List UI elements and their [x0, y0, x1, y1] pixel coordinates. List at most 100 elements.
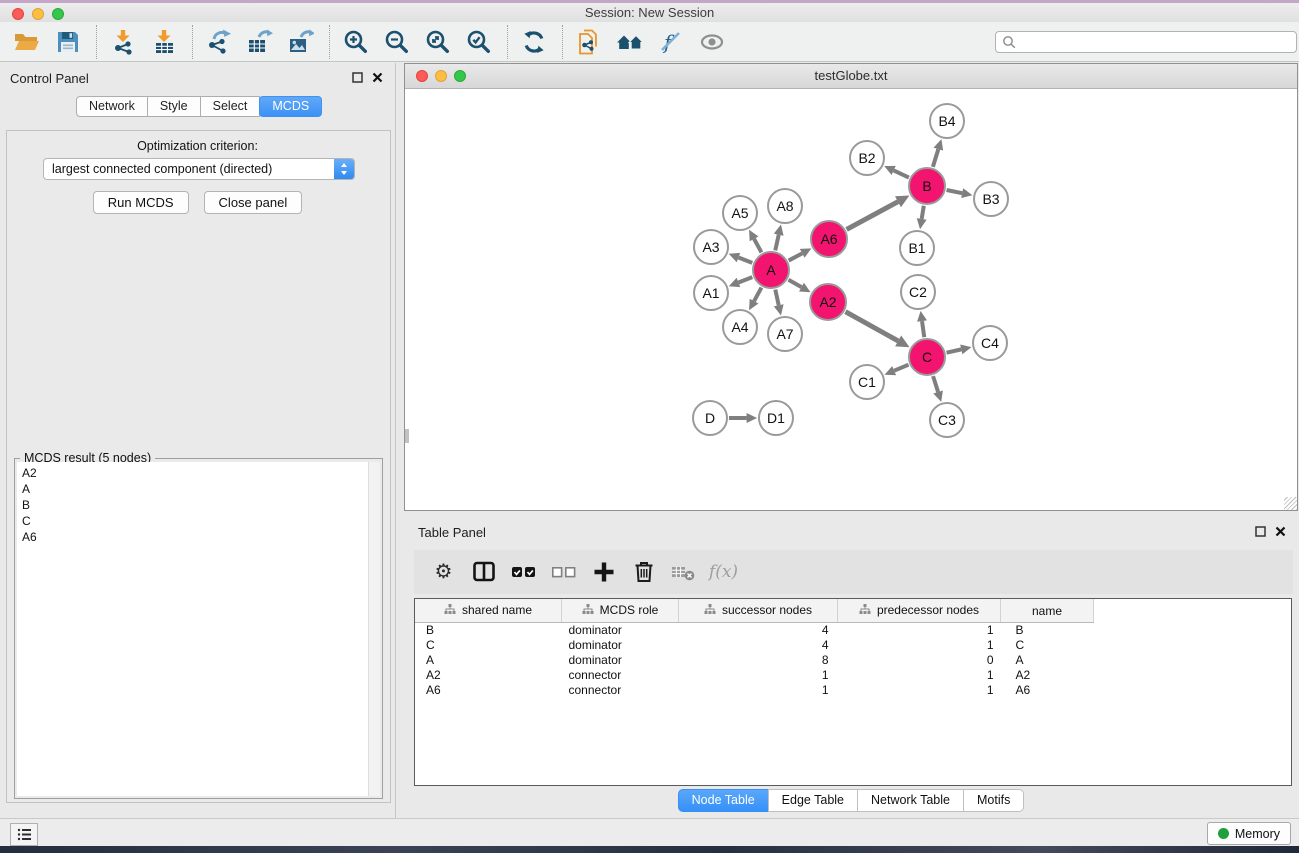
graph-edge-B-B3[interactable]	[947, 190, 963, 193]
open-session-icon[interactable]	[12, 26, 42, 58]
select-all-checkboxes-icon[interactable]	[510, 559, 537, 586]
graph-edge-C-C3[interactable]	[933, 376, 938, 392]
table-cell[interactable]: C	[415, 638, 562, 653]
graph-node-A4[interactable]: A4	[723, 310, 757, 344]
graph-node-C3[interactable]: C3	[930, 403, 964, 437]
tab-network[interactable]: Network	[76, 96, 148, 117]
close-table-panel-icon[interactable]	[1275, 526, 1286, 537]
graph-edge-A-A5[interactable]	[754, 239, 761, 253]
table-cell[interactable]: A	[1001, 653, 1094, 668]
graph-node-A[interactable]: A	[753, 252, 789, 288]
table-cell[interactable]: dominator	[562, 638, 679, 653]
table-settings-icon[interactable]: ⚙	[430, 559, 457, 586]
mcds-result-item[interactable]: C	[22, 513, 368, 529]
table-cell[interactable]: 0	[838, 653, 1001, 668]
column-header-name[interactable]: name	[1001, 599, 1094, 623]
close-panel-button[interactable]: Close panel	[204, 191, 303, 214]
graph-node-A8[interactable]: A8	[768, 189, 802, 223]
tab-style[interactable]: Style	[147, 96, 201, 117]
table-cell[interactable]: 1	[838, 683, 1001, 698]
table-cell[interactable]: 1	[679, 683, 838, 698]
graph-edge-C-C1[interactable]	[894, 365, 908, 371]
zoom-in-icon[interactable]	[341, 26, 371, 58]
graph-node-A1[interactable]: A1	[694, 276, 728, 310]
column-header-mcds-role[interactable]: MCDS role	[562, 599, 679, 623]
graph-node-A3[interactable]: A3	[694, 230, 728, 264]
refresh-icon[interactable]	[519, 26, 549, 58]
column-header-predecessor-nodes[interactable]: predecessor nodes	[838, 599, 1001, 623]
tab-select[interactable]: Select	[200, 96, 261, 117]
graph-edge-C-C4[interactable]	[947, 349, 962, 352]
eye-icon[interactable]	[697, 26, 727, 58]
graph-edge-A-A7[interactable]	[775, 290, 778, 306]
network-graph[interactable]: AA1A2A3A4A5A6A7A8BB1B2B3B4CC1C2C3C4DD1	[405, 89, 1297, 510]
export-image-icon[interactable]	[286, 26, 316, 58]
window-resize-grip[interactable]	[1284, 497, 1297, 510]
table-cell[interactable]: 8	[679, 653, 838, 668]
delete-table-icon[interactable]	[670, 559, 697, 586]
graph-edge-A-A1[interactable]	[738, 277, 752, 282]
column-header-successor-nodes[interactable]: successor nodes	[679, 599, 838, 623]
graph-node-B[interactable]: B	[909, 168, 945, 204]
graph-edge-A-A2[interactable]	[788, 280, 801, 287]
canvas-scroll-stub[interactable]	[405, 429, 409, 443]
mcds-result-item[interactable]: A	[22, 481, 368, 497]
mcds-result-item[interactable]: B	[22, 497, 368, 513]
table-cell[interactable]: A2	[415, 668, 562, 683]
table-cell[interactable]: 4	[679, 638, 838, 653]
tab-node-table[interactable]: Node Table	[678, 789, 769, 812]
home-icon[interactable]	[615, 26, 645, 58]
table-row[interactable]: Cdominator41C	[415, 638, 1291, 653]
graph-node-A5[interactable]: A5	[723, 196, 757, 230]
network-zoom-button[interactable]	[454, 70, 466, 82]
network-close-button[interactable]	[416, 70, 428, 82]
graph-edge-B-B4[interactable]	[933, 149, 938, 167]
graph-node-C1[interactable]: C1	[850, 365, 884, 399]
function-builder-icon[interactable]: f(x)	[710, 559, 737, 586]
export-table-icon[interactable]	[245, 26, 275, 58]
float-panel-icon[interactable]	[352, 72, 363, 83]
table-row[interactable]: A6connector11A6	[415, 683, 1291, 698]
table-cell[interactable]: 1	[838, 638, 1001, 653]
table-cell[interactable]: A2	[1001, 668, 1094, 683]
clone-network-icon[interactable]	[574, 26, 604, 58]
criterion-select[interactable]: largest connected component (directed)	[43, 158, 355, 180]
network-window-titlebar[interactable]: testGlobe.txt	[405, 64, 1297, 89]
graph-node-C4[interactable]: C4	[973, 326, 1007, 360]
tab-mcds[interactable]: MCDS	[259, 96, 322, 117]
search-input[interactable]	[995, 31, 1297, 53]
graph-edge-A6-B[interactable]	[847, 202, 898, 230]
table-cell[interactable]: A	[415, 653, 562, 668]
graph-node-C[interactable]: C	[909, 339, 945, 375]
graph-edge-A-A3[interactable]	[738, 258, 752, 263]
table-cell[interactable]: B	[415, 623, 562, 639]
deselect-all-checkboxes-icon[interactable]	[550, 559, 577, 586]
memory-button[interactable]: Memory	[1207, 822, 1291, 845]
zoom-fit-icon[interactable]	[423, 26, 453, 58]
task-history-button[interactable]	[10, 823, 38, 846]
graph-edge-B-B1[interactable]	[922, 206, 924, 219]
graph-node-B1[interactable]: B1	[900, 231, 934, 265]
graph-edge-A-A8[interactable]	[775, 235, 778, 251]
zoom-selected-icon[interactable]	[464, 26, 494, 58]
graph-node-B3[interactable]: B3	[974, 182, 1008, 216]
tab-network-table[interactable]: Network Table	[857, 789, 964, 812]
graph-node-C2[interactable]: C2	[901, 275, 935, 309]
run-mcds-button[interactable]: Run MCDS	[93, 191, 189, 214]
table-row[interactable]: Bdominator41B	[415, 623, 1291, 639]
network-minimize-button[interactable]	[435, 70, 447, 82]
table-cell[interactable]: A6	[1001, 683, 1094, 698]
column-header-shared-name[interactable]: shared name	[415, 599, 562, 623]
table-row[interactable]: A2connector11A2	[415, 668, 1291, 683]
graph-node-A6[interactable]: A6	[811, 221, 847, 257]
export-network-icon[interactable]	[204, 26, 234, 58]
graph-node-A7[interactable]: A7	[768, 317, 802, 351]
save-session-icon[interactable]	[53, 26, 83, 58]
hide-labels-icon[interactable]: f	[656, 26, 686, 58]
delete-column-icon[interactable]	[630, 559, 657, 586]
graph-edge-A-A4[interactable]	[754, 288, 761, 302]
import-network-icon[interactable]	[108, 26, 138, 58]
graph-node-D1[interactable]: D1	[759, 401, 793, 435]
graph-node-B2[interactable]: B2	[850, 141, 884, 175]
graph-edge-C-C2[interactable]	[922, 321, 924, 337]
